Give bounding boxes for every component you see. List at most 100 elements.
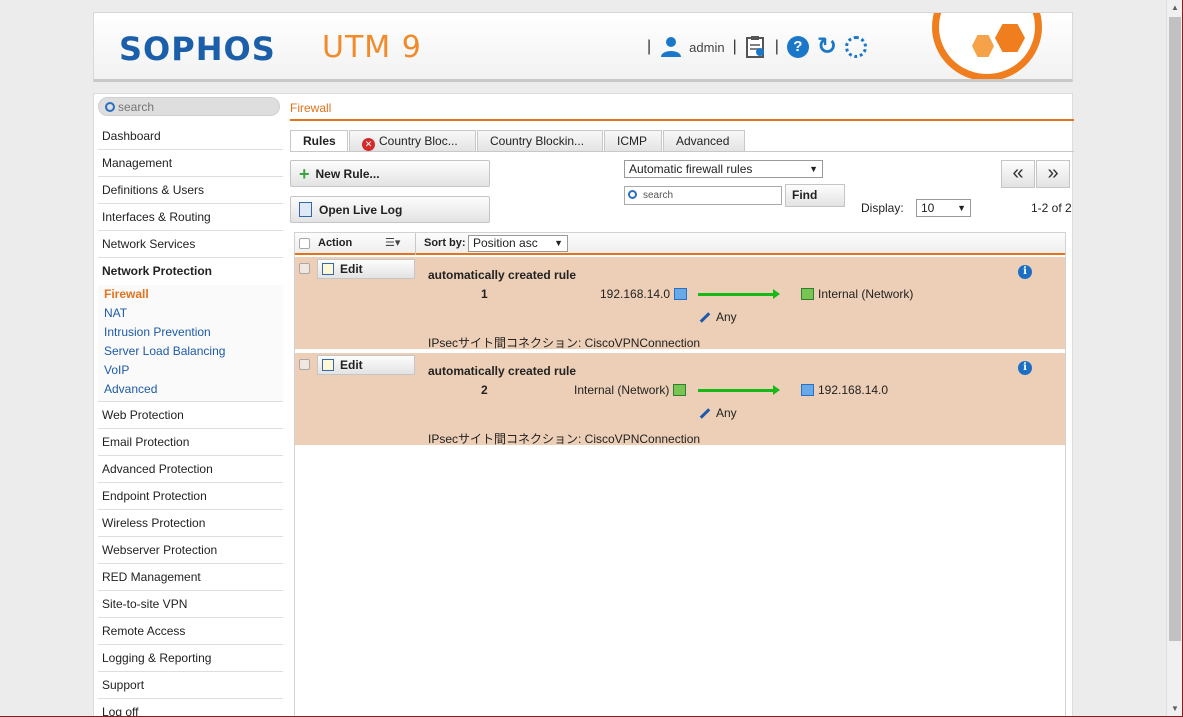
sidebar-item-web-protection[interactable]: Web Protection	[98, 402, 283, 429]
scroll-up-icon[interactable]: ▲	[1167, 0, 1183, 16]
rule-destination-label: Internal (Network)	[818, 287, 914, 301]
sidebar-item-red-management[interactable]: RED Management	[98, 564, 283, 591]
main-panel: Dashboard Management Definitions & Users…	[93, 93, 1074, 717]
rule-service-label: Any	[716, 310, 737, 324]
row-checkbox[interactable]	[299, 263, 310, 274]
page-info: 1-2 of 2	[1031, 201, 1072, 215]
edit-button[interactable]: Edit	[317, 355, 415, 375]
service-icon	[699, 407, 711, 419]
help-icon[interactable]: ?	[786, 36, 809, 58]
flow-arrow-icon	[698, 289, 780, 299]
info-icon[interactable]: i	[1018, 265, 1032, 279]
sidebar-item-email-protection[interactable]: Email Protection	[98, 429, 283, 456]
display-count-select[interactable]: 10 ▼	[916, 199, 971, 217]
sort-by-label: Sort by:	[424, 237, 466, 249]
subitem-intrusion-prevention[interactable]: Intrusion Prevention	[104, 323, 283, 342]
separator: |	[647, 38, 652, 55]
sidebar-item-network-services[interactable]: Network Services	[98, 231, 283, 258]
sidebar-search[interactable]	[98, 97, 280, 116]
display-count-value: 10	[921, 201, 935, 215]
row-checkbox[interactable]	[299, 359, 310, 370]
sidebar-item-endpoint-protection[interactable]: Endpoint Protection	[98, 483, 283, 510]
new-rule-button[interactable]: + New Rule...	[290, 160, 490, 187]
tab-country-blocking[interactable]: ✕ Country Bloc...	[349, 130, 476, 151]
rule-destination[interactable]: 192.168.14.0	[801, 383, 888, 397]
scroll-thumb[interactable]	[1169, 17, 1181, 641]
sort-value: Position asc	[473, 236, 538, 250]
sidebar-item-remote-access[interactable]: Remote Access	[98, 618, 283, 645]
sidebar: Dashboard Management Definitions & Users…	[94, 94, 283, 717]
rule-service[interactable]: Any	[699, 310, 737, 324]
tab-country-blocking-exceptions[interactable]: Country Blockin...	[477, 130, 603, 151]
column-menu-icon[interactable]: ☰▾	[385, 236, 400, 249]
subitem-nat[interactable]: NAT	[104, 304, 283, 323]
rule-search-input[interactable]: search	[624, 186, 782, 205]
find-button[interactable]: Find	[785, 184, 845, 207]
info-icon[interactable]: i	[1018, 361, 1032, 375]
edit-button[interactable]: Edit	[317, 259, 415, 279]
sidebar-item-support[interactable]: Support	[98, 672, 283, 699]
rule-search-placeholder: search	[643, 190, 674, 201]
sophos-emblem-icon	[932, 13, 1042, 79]
subitem-voip[interactable]: VoIP	[104, 361, 283, 380]
sidebar-search-input[interactable]	[118, 99, 268, 114]
prev-page-button[interactable]: «	[1001, 160, 1035, 188]
rule-source[interactable]: Internal (Network)	[574, 383, 687, 397]
sidebar-nav: Dashboard Management Definitions & Users…	[98, 123, 283, 717]
next-page-button[interactable]: »	[1036, 160, 1070, 188]
sidebar-item-webserver-protection[interactable]: Webserver Protection	[98, 537, 283, 564]
vertical-scrollbar[interactable]: ▲ ▼	[1166, 0, 1183, 717]
rule-service-label: Any	[716, 406, 737, 420]
reload-icon[interactable]: ↻	[817, 35, 837, 59]
table-row: Edit automatically created rule 1 192.16…	[295, 257, 1065, 350]
sort-select[interactable]: Position asc ▼	[468, 235, 568, 252]
separator: |	[774, 38, 779, 55]
rule-position: 2	[481, 383, 488, 397]
subitem-server-load-balancing[interactable]: Server Load Balancing	[104, 342, 283, 361]
sidebar-item-interfaces-routing[interactable]: Interfaces & Routing	[98, 204, 283, 231]
sidebar-item-site-to-site-vpn[interactable]: Site-to-site VPN	[98, 591, 283, 618]
edit-label: Edit	[340, 358, 363, 372]
open-live-log-label: Open Live Log	[319, 202, 403, 217]
rule-destination[interactable]: Internal (Network)	[801, 287, 913, 301]
flow-arrow-icon	[698, 385, 780, 395]
rule-title: automatically created rule	[428, 364, 577, 378]
tab-rules[interactable]: Rules	[290, 130, 348, 151]
select-all-checkbox[interactable]	[299, 238, 310, 249]
sidebar-item-dashboard[interactable]: Dashboard	[98, 123, 283, 150]
app-header: SOPHOS UTM 9 | admin | | ? ↻	[93, 12, 1073, 82]
sidebar-item-management[interactable]: Management	[98, 150, 283, 177]
sidebar-item-network-protection[interactable]: Network Protection	[98, 258, 283, 285]
clipboard-icon[interactable]	[745, 35, 767, 59]
rule-source-label: 192.168.14.0	[600, 287, 671, 301]
sidebar-item-definitions-users[interactable]: Definitions & Users	[98, 177, 283, 204]
rule-filter-value: Automatic firewall rules	[629, 162, 753, 176]
subitem-firewall[interactable]: Firewall	[104, 285, 283, 304]
search-icon	[628, 190, 637, 199]
breadcrumb-divider	[290, 119, 1074, 121]
edit-icon	[322, 359, 334, 371]
sidebar-item-log-off[interactable]: Log off	[98, 699, 283, 717]
network-icon	[801, 288, 814, 300]
edit-label: Edit	[340, 262, 363, 276]
breadcrumb: Firewall	[290, 101, 332, 115]
user-menu[interactable]: admin	[659, 36, 725, 58]
subitem-advanced[interactable]: Advanced	[104, 380, 283, 399]
sidebar-item-logging-reporting[interactable]: Logging & Reporting	[98, 645, 283, 672]
product-name: UTM 9	[322, 30, 422, 65]
emblem-hex-shape	[972, 35, 994, 57]
scroll-down-icon[interactable]: ▼	[1167, 701, 1183, 717]
open-live-log-button[interactable]: Open Live Log	[290, 196, 490, 223]
tab-icmp[interactable]: ICMP	[604, 130, 662, 151]
host-network-icon	[801, 384, 814, 396]
network-icon	[673, 384, 687, 396]
tab-advanced[interactable]: Advanced	[663, 130, 745, 151]
service-icon	[699, 311, 711, 323]
rule-service[interactable]: Any	[699, 406, 737, 420]
rule-filter-select[interactable]: Automatic firewall rules ▼	[624, 160, 823, 178]
rule-source[interactable]: 192.168.14.0	[600, 287, 688, 301]
display-label: Display:	[861, 201, 904, 215]
sidebar-item-wireless-protection[interactable]: Wireless Protection	[98, 510, 283, 537]
header-divider	[415, 233, 416, 255]
sidebar-item-advanced-protection[interactable]: Advanced Protection	[98, 456, 283, 483]
